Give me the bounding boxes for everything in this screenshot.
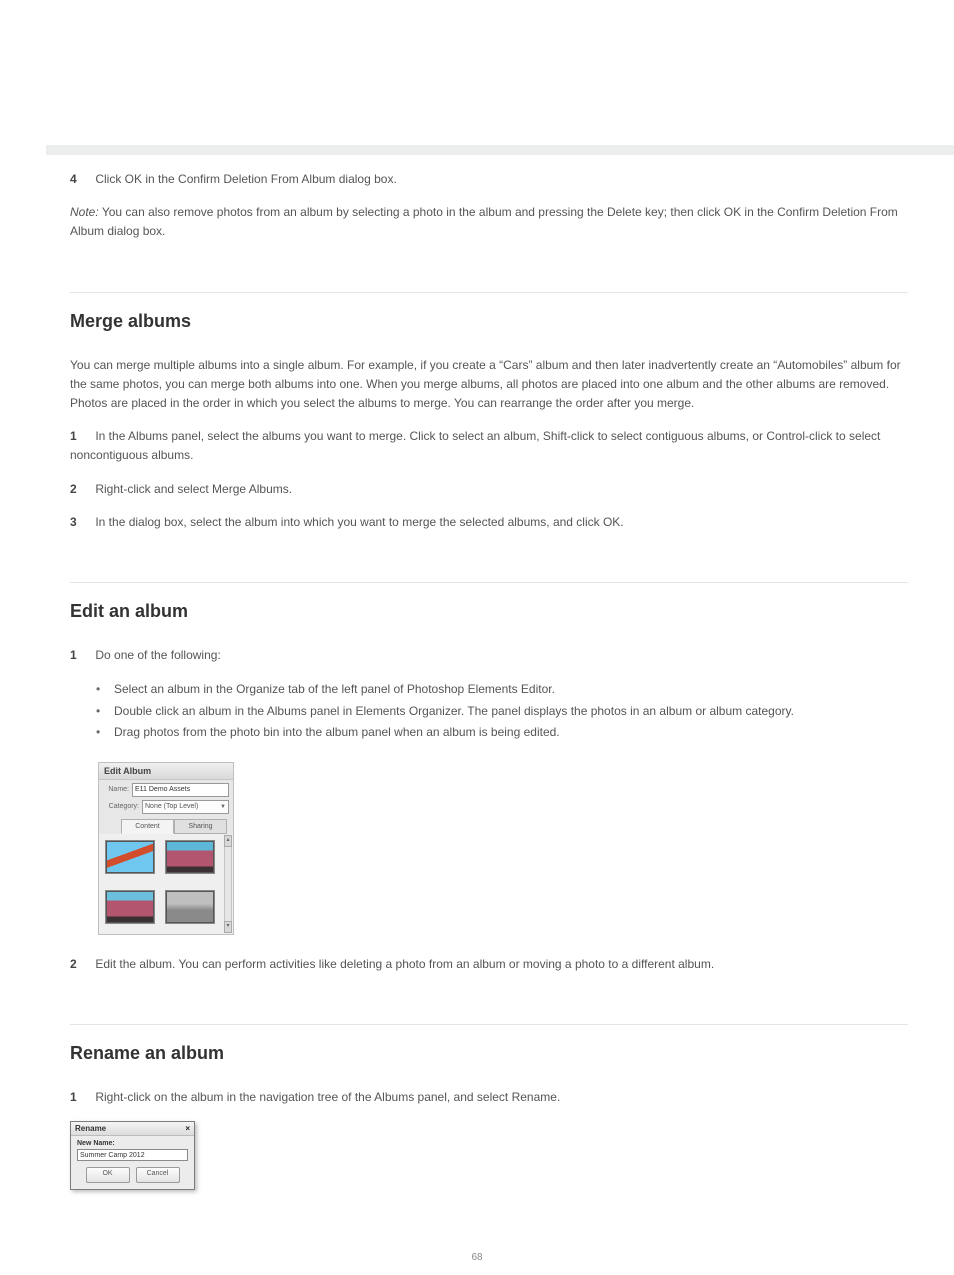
thumbnail-grid [105, 840, 233, 924]
section-title-rename: Rename an album [70, 1043, 908, 1064]
list-item: Double click an album in the Albums pane… [98, 701, 908, 723]
step-number: 2 [70, 955, 92, 974]
close-icon[interactable]: × [185, 1124, 190, 1133]
album-thumbnail[interactable] [165, 890, 215, 924]
ok-button[interactable]: OK [86, 1167, 130, 1183]
step-number: 3 [70, 513, 92, 532]
scroll-up-icon[interactable]: ▴ [224, 835, 232, 847]
merge-step-2: 2 Right-click and select Merge Albums. [70, 480, 908, 499]
step-text: Right-click and select Merge Albums. [95, 482, 292, 496]
new-name-label: New Name: [77, 1140, 188, 1147]
note-text: You can also remove photos from an album… [70, 205, 898, 238]
list-item: Select an album in the Organize tab of t… [98, 679, 908, 701]
step-text: Click OK in the Confirm Deletion From Al… [95, 172, 396, 186]
album-thumbnail[interactable] [165, 840, 215, 874]
step-number: 4 [70, 170, 92, 189]
divider [70, 292, 908, 293]
step-number: 1 [70, 427, 92, 446]
cancel-button[interactable]: Cancel [136, 1167, 180, 1183]
album-thumbnail[interactable] [105, 840, 155, 874]
dialog-title: Rename [75, 1124, 106, 1133]
tab-sharing[interactable]: Sharing [174, 819, 227, 834]
chevron-down-icon: ▼ [220, 804, 226, 810]
scrollbar[interactable]: ▴ ▾ [224, 835, 232, 933]
merge-step-1: 1 In the Albums panel, select the albums… [70, 427, 908, 465]
step-number: 1 [70, 646, 92, 665]
scroll-track[interactable] [224, 847, 232, 921]
header-rule [46, 145, 954, 155]
tab-content[interactable]: Content [121, 819, 174, 834]
page-number: 68 [0, 1252, 954, 1263]
category-select[interactable]: None (Top Level) ▼ [142, 800, 229, 814]
panel-title: Edit Album [99, 763, 233, 780]
step-number: 2 [70, 480, 92, 499]
name-label: Name: [99, 786, 132, 793]
note-paragraph: Note: You can also remove photos from an… [70, 203, 908, 241]
divider [70, 1024, 908, 1025]
step-4: 4 Click OK in the Confirm Deletion From … [70, 170, 908, 189]
section-title-edit: Edit an album [70, 601, 908, 622]
step-text: In the dialog box, select the album into… [95, 515, 623, 529]
category-label: Category: [99, 803, 142, 810]
note-label: Note: [70, 205, 99, 219]
step-text: In the Albums panel, select the albums y… [70, 429, 880, 462]
edit-bullet-list: Select an album in the Organize tab of t… [98, 679, 908, 744]
edit-album-panel: Edit Album Name: Category: None (Top Lev… [98, 762, 234, 935]
rename-step-1: 1 Right-click on the album in the naviga… [70, 1088, 908, 1107]
merge-description: You can merge multiple albums into a sin… [70, 356, 908, 414]
album-name-input[interactable] [132, 783, 229, 797]
merge-step-3: 3 In the dialog box, select the album in… [70, 513, 908, 532]
list-item: Drag photos from the photo bin into the … [98, 722, 908, 744]
rename-dialog: Rename × New Name: OK Cancel [70, 1121, 195, 1190]
step-text: Do one of the following: [95, 648, 220, 662]
edit-step-2: 2 Edit the album. You can perform activi… [70, 955, 908, 974]
divider [70, 582, 908, 583]
step-text: Edit the album. You can perform activiti… [95, 957, 714, 971]
album-thumbnail[interactable] [105, 890, 155, 924]
step-number: 1 [70, 1088, 92, 1107]
edit-step-1: 1 Do one of the following: [70, 646, 908, 665]
new-name-input[interactable] [77, 1149, 188, 1161]
scroll-down-icon[interactable]: ▾ [224, 921, 232, 933]
category-value: None (Top Level) [145, 803, 198, 810]
section-title-merge: Merge albums [70, 311, 908, 332]
step-text: Right-click on the album in the navigati… [95, 1090, 560, 1104]
